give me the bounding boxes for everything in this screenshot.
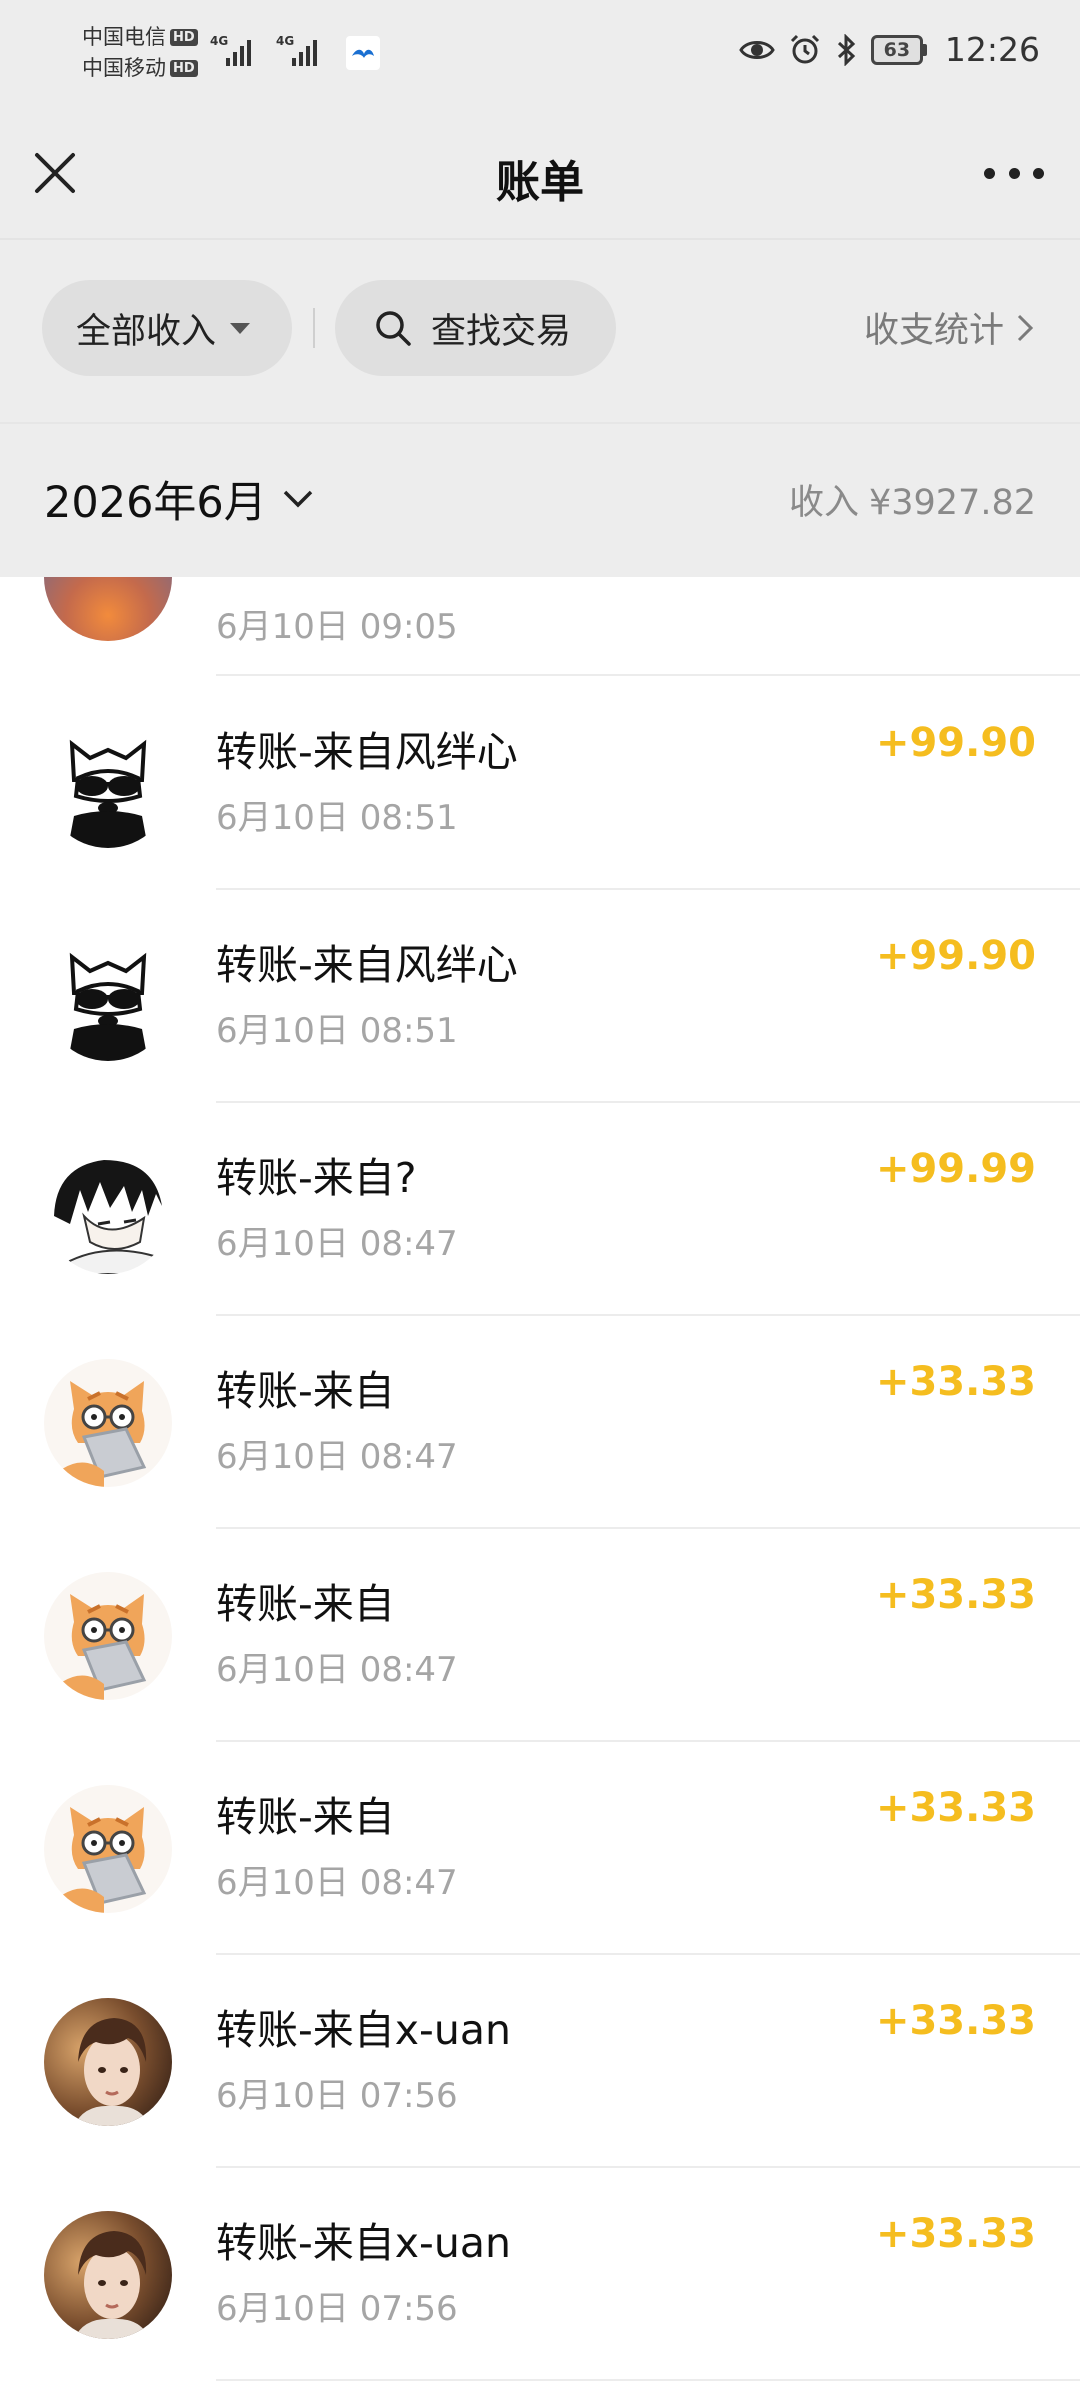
- bluetooth-icon: [837, 33, 856, 66]
- alarm-icon: [790, 34, 819, 63]
- search-icon: [376, 311, 411, 346]
- battery-level: 63: [883, 38, 911, 61]
- transaction-title: 转账-来自风绊心: [216, 941, 518, 989]
- filter-separator: [313, 308, 315, 348]
- transaction-time: 6月10日 07:56: [216, 2289, 458, 2329]
- cat-laptop-avatar-image: [44, 1359, 172, 1487]
- filter-bar: 全部收入 查找交易 收支统计: [0, 240, 1080, 422]
- transaction-amount: +33.33: [875, 1359, 1036, 1405]
- search-transactions-button[interactable]: 查找交易: [335, 280, 616, 376]
- dog-sunglasses-avatar-image: [44, 720, 172, 848]
- transaction-amount: +99.90: [875, 933, 1036, 979]
- more-options-button[interactable]: [984, 158, 1044, 188]
- transaction-row[interactable]: 转账-来自 6月10日 08:47 +33.33: [0, 1741, 1080, 1957]
- transaction-title: 转账-来自x-uan: [216, 2219, 511, 2267]
- income-label: 收入: [788, 483, 859, 523]
- status-right-group: 63 12:26: [739, 30, 1040, 69]
- transaction-row[interactable]: 转账-来自风绊心 6月10日 08:51 +99.90: [0, 676, 1080, 892]
- transaction-row[interactable]: 转账-来自x-uan 6月10日 07:56 +33.33: [0, 1954, 1080, 2170]
- transaction-time: 6月10日 08:47: [216, 1437, 458, 1477]
- transaction-amount: +99.99: [875, 1146, 1036, 1192]
- nav-bar: 账单: [0, 108, 1080, 238]
- avatar: [44, 1146, 172, 1274]
- month-selector[interactable]: 2026年6月: [44, 468, 315, 530]
- transaction-amount: +33.33: [875, 1785, 1036, 1831]
- transaction-title: 转账-来自风绊心: [216, 728, 518, 776]
- chevron-right-icon: [1017, 314, 1034, 341]
- transaction-time: 6月10日 08:47: [216, 1863, 458, 1903]
- transaction-title: 转账-来自: [216, 1580, 395, 1628]
- month-header: 2026年6月 收入 ¥3927.82: [0, 424, 1080, 577]
- transaction-amount: +33.33: [875, 2211, 1036, 2257]
- avatar: [44, 1785, 172, 1913]
- page-title: 账单: [496, 157, 584, 208]
- more-dot-icon: [984, 167, 995, 179]
- transaction-row[interactable]: 转账-来自x-uan 6月10日 07:56 +33.33: [0, 2167, 1080, 2383]
- signal-strength-icon: 4G: [276, 34, 332, 70]
- transaction-time: 6月10日 08:51: [216, 798, 458, 838]
- month-label: 2026年6月: [44, 478, 267, 528]
- transaction-time: 6月10日 08:47: [216, 1650, 458, 1690]
- transaction-amount: +33.33: [875, 1998, 1036, 2044]
- signal-strength-icon: 4G: [210, 34, 266, 70]
- avatar: [44, 577, 172, 641]
- cat-laptop-avatar-image: [44, 1785, 172, 1913]
- income-type-filter[interactable]: 全部收入: [42, 280, 292, 376]
- eye-icon: [739, 40, 775, 59]
- transaction-row[interactable]: 转账-来自? 6月10日 08:47 +99.99: [0, 1102, 1080, 1318]
- transaction-time: 6月10日 09:05: [216, 607, 458, 647]
- chevron-down-icon: [283, 490, 313, 508]
- person-photo-avatar-image: [44, 2211, 172, 2339]
- transaction-row[interactable]: 转账-来自 6月10日 08:47 +33.33: [0, 1315, 1080, 1531]
- avatar: [44, 1572, 172, 1700]
- transaction-time: 6月10日 07:56: [216, 2076, 458, 2116]
- transaction-amount: +33.33: [875, 1572, 1036, 1618]
- transaction-row[interactable]: 转账-来自风绊心 6月10日 08:51 +99.90: [0, 889, 1080, 1105]
- more-dot-icon: [1008, 167, 1020, 179]
- transaction-row[interactable]: 转账-来自 6月10日 08:47 +33.33: [0, 1528, 1080, 1744]
- avatar: [44, 933, 172, 1061]
- transaction-title: 转账-来自: [216, 1793, 395, 1841]
- dog-sunglasses-avatar-image: [44, 933, 172, 1061]
- transaction-row[interactable]: 6月10日 09:05: [0, 577, 1080, 675]
- monthly-income-summary: 收入 ¥3927.82: [789, 474, 1036, 525]
- avatar: [44, 1998, 172, 2126]
- avatar: [44, 2211, 172, 2339]
- transaction-amount: +99.90: [875, 720, 1036, 766]
- transaction-title: 转账-来自x-uan: [216, 2006, 511, 2054]
- transaction-list[interactable]: 6月10日 09:05 转账-来自风绊心 6月10日 08:51 +99.90 转账…: [0, 577, 1080, 2400]
- signal-indicators: 4G 4G: [210, 34, 380, 70]
- carrier-name-2: 中国移动: [82, 56, 166, 80]
- avatar: [44, 720, 172, 848]
- status-time: 12:26: [944, 30, 1040, 69]
- row-separator: [216, 2379, 1080, 2381]
- search-label: 查找交易: [431, 311, 572, 352]
- dropdown-caret-icon: [230, 322, 251, 334]
- app-notification-icon: [346, 36, 380, 70]
- avatar: [44, 1359, 172, 1487]
- anime-boy-avatar-image: [44, 1146, 172, 1274]
- transaction-time: 6月10日 08:47: [216, 1224, 458, 1264]
- hd-badge: HD: [170, 29, 198, 46]
- income-type-label: 全部收入: [76, 311, 217, 352]
- status-bar: 中国电信 HD 中国移动 HD 4G 4G 63 12:26: [0, 0, 1080, 108]
- income-amount: ¥3927.82: [868, 483, 1036, 523]
- statistics-label: 收支统计: [863, 311, 1004, 351]
- transaction-title: 转账-来自: [216, 1367, 395, 1415]
- battery-icon: 63: [870, 34, 927, 65]
- transaction-time: 6月10日 08:51: [216, 1011, 458, 1051]
- carrier-name-1: 中国电信: [82, 25, 166, 49]
- statistics-link[interactable]: 收支统计: [864, 302, 1036, 353]
- carrier-info: 中国电信 HD 中国移动 HD: [82, 22, 198, 84]
- hd-badge: HD: [170, 60, 198, 77]
- person-photo-avatar-image: [44, 1998, 172, 2126]
- cat-laptop-avatar-image: [44, 1572, 172, 1700]
- transaction-title: 转账-来自?: [216, 1154, 417, 1202]
- more-dot-icon: [1033, 167, 1044, 179]
